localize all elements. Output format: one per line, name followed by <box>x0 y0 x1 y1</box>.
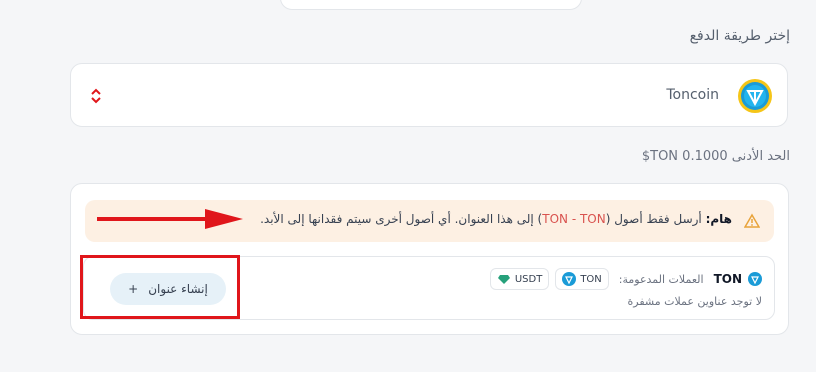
min-amount-label: الحد الأدنى 0.1000 TON$ <box>641 149 790 164</box>
chip-usdt: USDT <box>489 268 550 290</box>
warning-text-after: ) إلى هذا العنوان. أي أصول أخرى سيتم فقد… <box>260 212 543 226</box>
warning-bold: هام: <box>705 212 732 226</box>
empty-text: لا توجد عناوين عملات مشفرة <box>627 295 762 308</box>
section-title: إختر طريقة الدفع <box>689 28 790 44</box>
ton-icon <box>748 272 762 286</box>
payment-method-name: Toncoin <box>666 87 719 103</box>
chip-label: TON <box>580 273 602 285</box>
warning-text: هام: أرسل فقط أصول (TON - TON) إلى هذا ا… <box>260 212 732 226</box>
warning-triangle-icon <box>744 213 760 228</box>
annotation-arrow <box>97 209 243 229</box>
payment-method-select[interactable]: Toncoin <box>70 63 788 127</box>
chip-ton: TON <box>555 268 609 290</box>
annotation-frame <box>80 255 240 319</box>
supported-label: العملات المدعومة: <box>618 272 704 286</box>
chip-label: USDT <box>514 273 543 285</box>
toncoin-logo <box>738 79 772 113</box>
coin-row: TON العملات المدعومة: TON USDT <box>489 268 762 290</box>
warning-highlight: TON - TON <box>542 212 606 226</box>
top-card <box>280 0 582 10</box>
usdt-icon <box>497 275 510 284</box>
ton-icon <box>562 272 577 286</box>
warning-text-before: أرسل فقط أصول ( <box>605 212 706 226</box>
coin-name: TON <box>713 272 742 286</box>
chevron-updown-icon[interactable] <box>89 86 103 106</box>
